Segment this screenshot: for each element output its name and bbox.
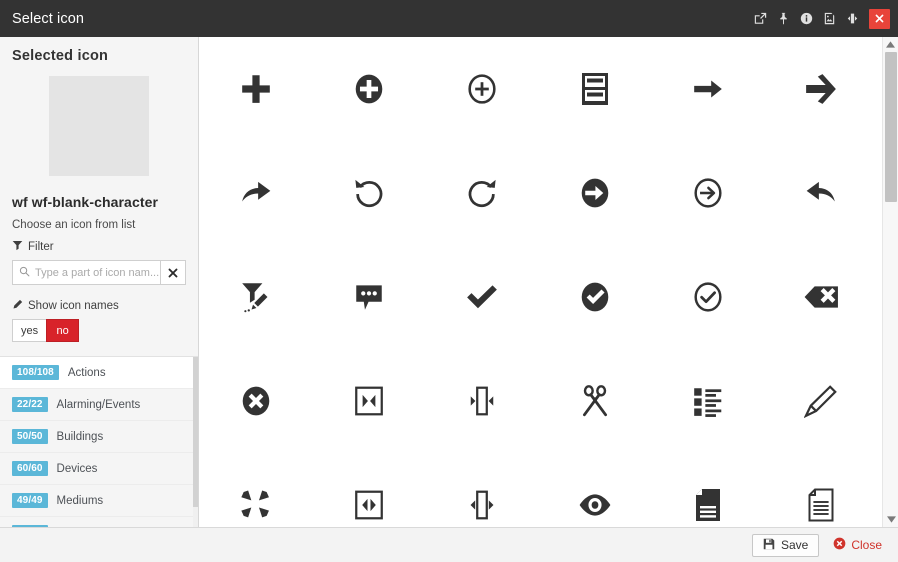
choose-icon-hint: Choose an icon from list [12, 219, 136, 231]
grid-scrollbar[interactable] [882, 37, 898, 527]
pencil-icon [12, 299, 23, 313]
plus-circle-filled-icon[interactable] [312, 37, 425, 141]
plus-icon[interactable] [199, 37, 312, 141]
category-item-devices[interactable]: 60/60 Devices [0, 453, 198, 485]
export-pdf-icon[interactable] [820, 9, 839, 29]
selected-icon-preview [49, 76, 149, 176]
save-button-label: Save [780, 538, 809, 552]
sidebar: Selected icon wf wf-blank-character Choo… [0, 37, 199, 527]
category-item-charts[interactable]: 34/34 Charts [0, 517, 198, 527]
arrow-right-bold-icon[interactable] [764, 37, 877, 141]
category-label: Devices [56, 462, 98, 475]
select-icon-dialog: Select icon Selected icon wf wf-blank-ch… [0, 0, 898, 562]
category-item-actions[interactable]: 108/108 Actions [0, 357, 198, 389]
archive-cabinet-icon[interactable] [538, 37, 651, 141]
expand-box-horizontal-icon[interactable] [312, 453, 425, 527]
dialog-body: Selected icon wf wf-blank-character Choo… [0, 37, 898, 527]
pin-icon[interactable] [774, 9, 793, 29]
eye-icon[interactable] [538, 453, 651, 527]
list-bullets-icon[interactable] [651, 349, 764, 453]
show-icon-names-label-row: Show icon names [12, 299, 186, 313]
icon-grid [199, 37, 877, 527]
document-outline-icon[interactable] [764, 453, 877, 527]
sidebar-top-section: Selected icon wf wf-blank-character Choo… [0, 37, 198, 342]
filter-edit-icon[interactable] [199, 245, 312, 349]
category-count-badge: 49/49 [12, 493, 48, 508]
search-icon [19, 264, 30, 282]
scroll-down-arrow-icon[interactable] [883, 512, 898, 527]
compress-arrows-icon[interactable] [199, 453, 312, 527]
grid-scrollbar-thumb[interactable] [885, 52, 897, 202]
dialog-title: Select icon [12, 10, 85, 27]
rotate-left-icon[interactable] [312, 141, 425, 245]
scissors-icon[interactable] [538, 349, 651, 453]
arrow-forward-curved-icon[interactable] [199, 141, 312, 245]
show-icon-names-text: Show icon names [28, 300, 119, 312]
popout-icon[interactable] [751, 9, 770, 29]
toggle-option-yes[interactable]: yes [12, 319, 48, 342]
category-label: Buildings [56, 430, 104, 443]
collapse-inward-icon[interactable] [425, 349, 538, 453]
arrow-right-circle-outline-icon[interactable] [651, 141, 764, 245]
selected-icon-heading: Selected icon [12, 48, 109, 64]
filter-label-row: Filter [12, 240, 186, 254]
scroll-up-arrow-icon[interactable] [883, 37, 898, 52]
category-count-badge: 22/22 [12, 397, 48, 412]
check-circle-outline-icon[interactable] [651, 245, 764, 349]
category-list: 108/108 Actions 22/22 Alarming/Events 50… [0, 356, 198, 527]
dialog-titlebar: Select icon [0, 0, 898, 37]
show-icon-names-toggle: yes no [12, 319, 186, 342]
close-circle-filled-icon[interactable] [199, 349, 312, 453]
check-icon[interactable] [425, 245, 538, 349]
icon-grid-panel [199, 37, 898, 527]
dialog-footer: Save Close [0, 527, 898, 562]
arrow-right-icon[interactable] [651, 37, 764, 141]
collapse-box-horizontal-icon[interactable] [312, 349, 425, 453]
category-count-badge: 50/50 [12, 429, 48, 444]
titlebar-tools [749, 0, 898, 37]
category-label: Alarming/Events [56, 398, 141, 411]
search-input[interactable] [35, 266, 160, 279]
filter-label-text: Filter [28, 241, 54, 253]
comment-dots-icon[interactable] [312, 245, 425, 349]
pencil-icon[interactable] [764, 349, 877, 453]
footer-close-button[interactable]: Close [829, 534, 886, 557]
floppy-disk-icon [763, 538, 775, 553]
resize-icon[interactable] [843, 9, 862, 29]
selected-icon-preview-wrap [12, 76, 186, 176]
sidebar-scrollbar-thumb[interactable] [193, 357, 198, 507]
backspace-delete-icon[interactable] [764, 245, 877, 349]
arrow-right-circle-filled-icon[interactable] [538, 141, 651, 245]
plus-circle-outline-icon[interactable] [425, 37, 538, 141]
document-filled-icon[interactable] [651, 453, 764, 527]
filter-row [12, 260, 186, 285]
info-icon[interactable] [797, 9, 816, 29]
footer-close-label: Close [851, 538, 882, 552]
check-circle-filled-icon[interactable] [538, 245, 651, 349]
filter-input-wrapper [12, 260, 160, 285]
category-label: Actions [67, 366, 106, 379]
category-item-mediums[interactable]: 49/49 Mediums [0, 485, 198, 517]
expand-outward-icon[interactable] [425, 453, 538, 527]
category-count-badge: 60/60 [12, 461, 48, 476]
filter-icon [12, 240, 23, 254]
selected-icon-name: wf wf-blank-character [12, 194, 159, 210]
save-button[interactable]: Save [751, 533, 820, 557]
close-circle-icon [833, 537, 846, 553]
clear-filter-button[interactable] [160, 260, 186, 285]
category-label: Mediums [56, 494, 104, 507]
rotate-right-icon[interactable] [425, 141, 538, 245]
arrow-reply-icon[interactable] [764, 141, 877, 245]
category-count-badge: 108/108 [12, 365, 59, 380]
sidebar-scrollbar[interactable] [193, 357, 198, 527]
toggle-option-no[interactable]: no [46, 319, 80, 342]
dialog-close-button[interactable] [869, 8, 890, 29]
grid-scrollbar-track[interactable] [883, 52, 898, 512]
category-item-alarming-events[interactable]: 22/22 Alarming/Events [0, 389, 198, 421]
category-item-buildings[interactable]: 50/50 Buildings [0, 421, 198, 453]
